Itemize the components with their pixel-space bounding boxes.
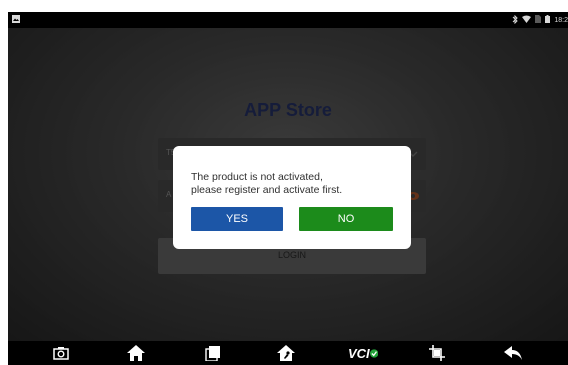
wifi-icon [522,15,532,25]
camera-icon[interactable] [50,343,72,363]
gallery-notification-icon [12,15,20,23]
bottom-navigation-bar: VCI [8,341,568,365]
vci-label: VCI [348,345,370,361]
app-store-screen: APP Store T5 A LOGIN The product is not … [8,28,568,341]
clock: 18:2 [554,16,568,24]
device-screen: 18:2 APP Store T5 A LOGIN The product is… [8,12,568,365]
activation-dialog: The product is not activated, please reg… [173,146,411,249]
dialog-message-line-2: please register and activate first. [191,184,343,196]
vci-icon[interactable]: VCI [348,343,378,363]
status-icons: 18:2 [512,14,568,26]
yes-button[interactable]: YES [191,207,283,231]
sim-icon [535,15,542,25]
dialog-message-line-1: The product is not activated, [191,171,323,183]
battery-icon [545,15,551,25]
status-bar: 18:2 [8,12,568,28]
vci-check-icon [369,348,378,358]
crop-icon[interactable] [426,343,448,363]
home-icon[interactable] [125,343,147,363]
no-button[interactable]: NO [299,207,393,231]
repair-icon[interactable] [275,343,297,363]
copy-icon[interactable] [202,343,224,363]
bluetooth-icon [512,14,519,26]
back-icon[interactable] [502,343,524,363]
